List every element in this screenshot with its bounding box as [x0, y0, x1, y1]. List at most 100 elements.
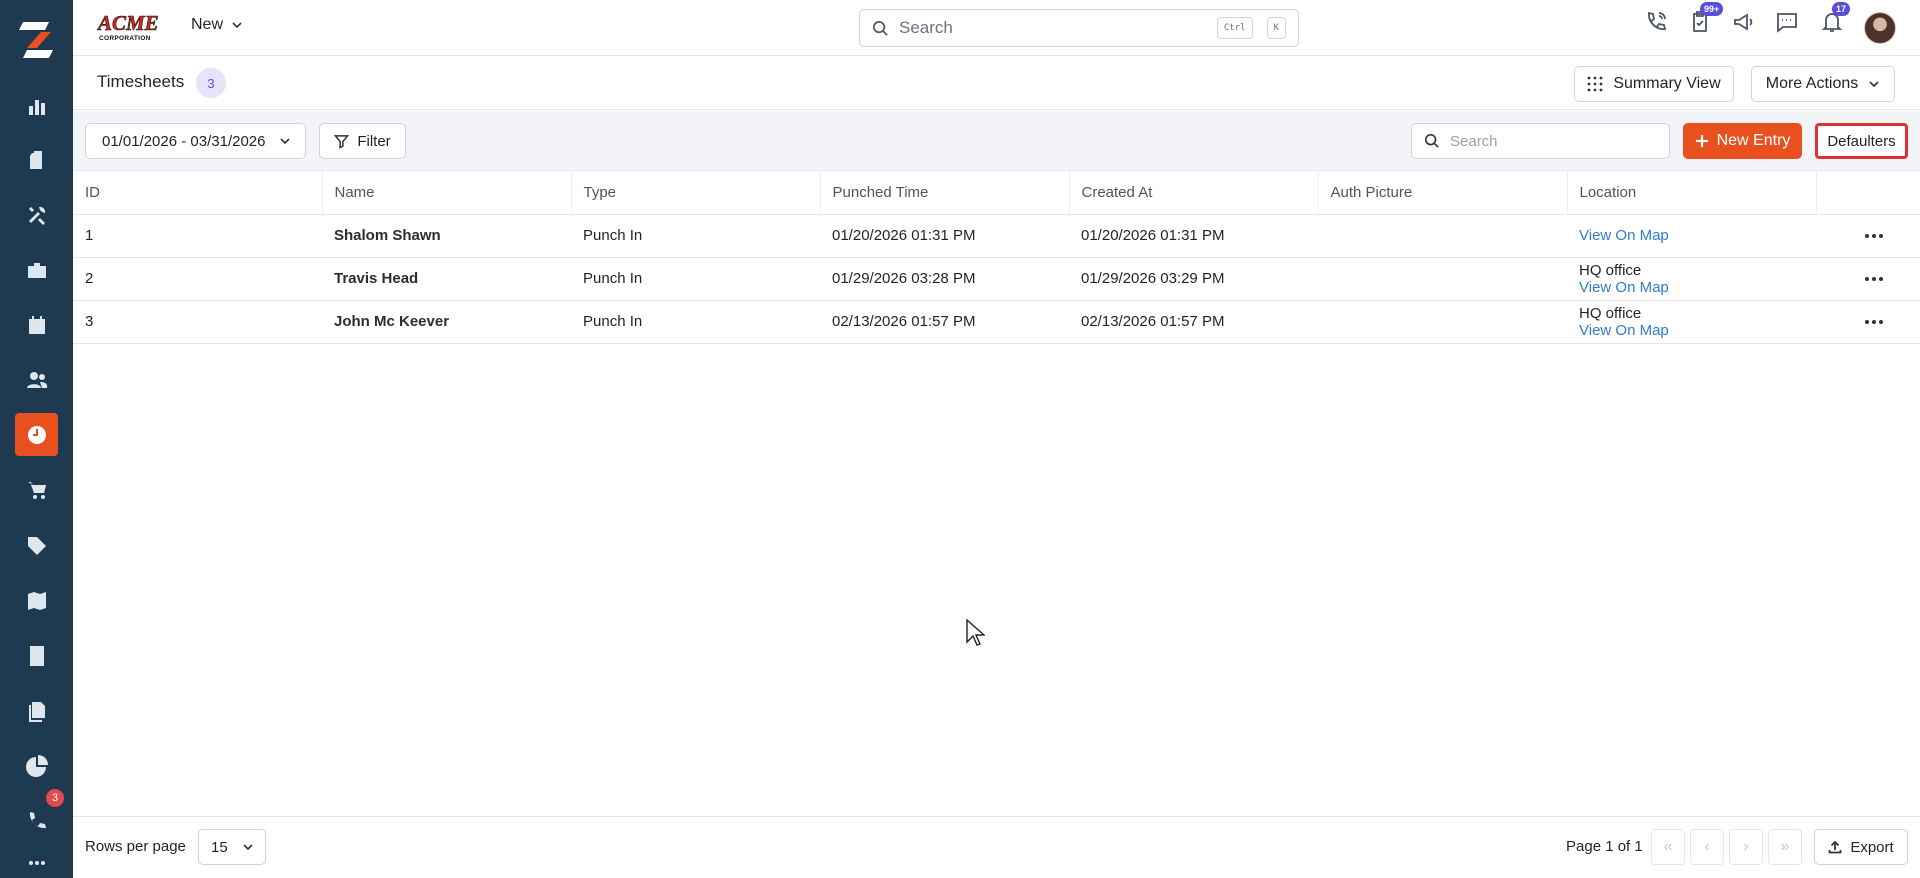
table-row[interactable]: 3 John Mc Keever Punch In 02/13/2026 01:… — [73, 300, 1920, 344]
sidebar: 3 — [0, 0, 73, 878]
record-count-badge: 3 — [196, 68, 226, 98]
search-icon — [873, 20, 888, 36]
shortcut-key-ctrl: Ctrl — [1216, 17, 1253, 39]
cell-actions — [1816, 257, 1920, 301]
column-header-id[interactable]: ID — [73, 172, 323, 215]
tasks-button[interactable]: 99+ — [1686, 2, 1724, 36]
chevron-down-icon — [232, 22, 242, 29]
cell-punched-time: 01/20/2026 01:31 PM — [820, 214, 1069, 258]
cell-auth-picture — [1318, 214, 1567, 258]
export-button[interactable]: Export — [1814, 829, 1908, 865]
location-text: HQ office — [1579, 304, 1642, 322]
rows-per-page-select[interactable]: 15 — [198, 829, 266, 865]
defaulters-button[interactable]: Defaulters — [1815, 123, 1908, 159]
acme-logo[interactable]: ACME CORPORATION — [97, 10, 169, 44]
table-row[interactable]: 2 Travis Head Punch In 01/29/2026 03:28 … — [73, 257, 1920, 301]
sidebar-item-projects[interactable] — [15, 138, 58, 181]
filter-button[interactable]: Filter — [319, 123, 406, 159]
tag-icon — [27, 536, 46, 555]
date-range-picker[interactable]: 01/01/2026 - 03/31/2026 — [85, 123, 306, 159]
clock-icon — [27, 425, 46, 444]
cell-type: Punch In — [571, 214, 820, 258]
sidebar-item-documents[interactable] — [15, 689, 58, 732]
sidebar-item-workflow[interactable] — [15, 856, 58, 878]
sidebar-item-tools[interactable] — [15, 193, 58, 236]
sidebar-item-pricing[interactable] — [15, 524, 58, 567]
app-logo-icon[interactable] — [15, 18, 57, 62]
mouse-cursor-icon — [966, 618, 985, 646]
view-on-map-link[interactable]: View On Map — [1579, 322, 1816, 339]
column-header-name[interactable]: Name — [322, 172, 572, 215]
new-label: New — [191, 16, 224, 33]
next-page-button[interactable]: › — [1729, 829, 1763, 865]
cell-auth-picture — [1318, 300, 1567, 344]
previous-page-button[interactable]: ‹ — [1690, 829, 1724, 865]
table-toolbar: 01/01/2026 - 03/31/2026 Filter Search Ne… — [73, 111, 1920, 171]
page-title: Timesheets — [97, 72, 185, 91]
sidebar-item-calendar[interactable] — [15, 303, 58, 346]
map-icon — [27, 591, 46, 610]
sidebar-item-users[interactable] — [15, 358, 58, 401]
view-on-map-link[interactable]: View On Map — [1579, 227, 1816, 244]
rows-per-page-value: 15 — [211, 838, 228, 856]
double-chevron-left-icon: « — [1663, 838, 1673, 855]
timesheets-table: ID Name Type Punched Time Created At Aut… — [73, 172, 1920, 344]
column-header-created-at[interactable]: Created At — [1069, 172, 1319, 215]
sidebar-item-orders[interactable] — [15, 468, 58, 511]
sidebar-item-calls[interactable]: 3 — [15, 787, 66, 842]
chevron-left-icon: ‹ — [1704, 838, 1710, 855]
svg-text:ACME: ACME — [97, 11, 159, 35]
rows-per-page-label: Rows per page — [85, 838, 186, 855]
page-header: Timesheets 3 Summary View More Actions — [73, 56, 1920, 110]
cell-type: Punch In — [571, 300, 820, 344]
column-header-type[interactable]: Type — [571, 172, 821, 215]
cart-icon — [27, 481, 46, 499]
more-options-icon[interactable] — [1828, 276, 1920, 281]
cell-location: View On Map — [1567, 214, 1816, 258]
view-on-map-link[interactable]: View On Map — [1579, 279, 1816, 296]
column-header-punched-time[interactable]: Punched Time — [820, 172, 1070, 215]
sidebar-item-accounting[interactable] — [15, 634, 58, 677]
user-avatar[interactable] — [1864, 12, 1896, 44]
new-menu-button[interactable]: New — [191, 16, 243, 34]
more-options-icon[interactable] — [1828, 319, 1920, 324]
sidebar-item-jobs[interactable] — [15, 248, 58, 291]
shortcut-key-k: K — [1266, 17, 1286, 39]
top-bar: ACME CORPORATION New Search Ctrl K 99+ 1… — [73, 0, 1920, 56]
cell-id: 2 — [73, 257, 322, 301]
sidebar-item-maps[interactable] — [15, 579, 58, 622]
megaphone-icon — [1734, 13, 1753, 31]
new-entry-button[interactable]: New Entry — [1683, 123, 1802, 159]
cell-actions — [1816, 300, 1920, 344]
cell-location: HQ office View On Map — [1567, 257, 1816, 301]
filter-label: Filter — [357, 132, 391, 150]
last-page-button[interactable]: » — [1768, 829, 1802, 865]
table-search-input[interactable]: Search — [1411, 123, 1670, 159]
announcements-button[interactable] — [1730, 8, 1758, 36]
phone-call-button[interactable] — [1642, 8, 1670, 36]
cell-created-at: 01/29/2026 03:29 PM — [1069, 257, 1318, 301]
summary-view-button[interactable]: Summary View — [1574, 66, 1734, 102]
plus-icon — [1695, 135, 1708, 147]
column-header-auth-picture[interactable]: Auth Picture — [1318, 172, 1568, 215]
global-search-placeholder: Search — [899, 18, 953, 37]
cell-auth-picture — [1318, 257, 1567, 301]
more-options-icon[interactable] — [1828, 233, 1920, 238]
summary-view-label: Summary View — [1613, 75, 1721, 92]
sidebar-item-dashboard[interactable] — [15, 84, 58, 127]
table-row[interactable]: 1 Shalom Shawn Punch In 01/20/2026 01:31… — [73, 214, 1920, 258]
location-text: HQ office — [1579, 261, 1642, 279]
cell-name: Shalom Shawn — [322, 214, 571, 258]
page-info: Page 1 of 1 — [1566, 838, 1643, 855]
sidebar-item-timesheets[interactable] — [15, 413, 58, 456]
cell-location: HQ office View On Map — [1567, 300, 1816, 344]
table-search-placeholder: Search — [1450, 132, 1498, 150]
first-page-button[interactable]: « — [1651, 829, 1685, 865]
global-search-input[interactable]: Search Ctrl K — [859, 9, 1299, 47]
date-range-value: 01/01/2026 - 03/31/2026 — [102, 132, 266, 150]
more-actions-button[interactable]: More Actions — [1751, 66, 1895, 102]
sidebar-item-reports[interactable] — [15, 744, 58, 787]
notifications-button[interactable]: 17 — [1818, 2, 1851, 36]
column-header-location[interactable]: Location — [1567, 172, 1817, 215]
messages-button[interactable] — [1773, 8, 1801, 36]
